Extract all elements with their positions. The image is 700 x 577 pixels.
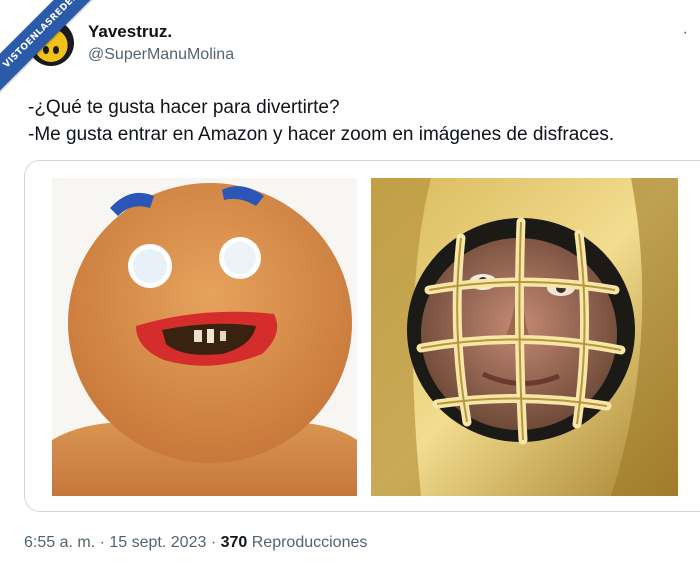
separator: · <box>210 534 217 551</box>
avatar-eye-icon <box>43 46 49 54</box>
tweet-date[interactable]: 15 sept. 2023 <box>109 534 206 551</box>
views-count: 370 <box>220 534 248 551</box>
separator: · <box>99 534 105 551</box>
tweet-text: -¿Qué te gusta hacer para divertirte? -M… <box>28 94 614 148</box>
gingerbread-costume-image <box>52 178 357 496</box>
gold-costume-image <box>371 178 678 496</box>
media-card[interactable] <box>24 160 700 512</box>
author-name[interactable]: Yavestruz. <box>88 22 172 42</box>
views-label: Reproducciones <box>251 534 368 551</box>
gold-costume-face-photo[interactable] <box>371 178 678 496</box>
author-handle[interactable]: @SuperManuMolina <box>88 46 234 64</box>
tweet-time[interactable]: 6:55 a. m. <box>24 534 95 551</box>
avatar-eye-icon <box>53 46 59 54</box>
more-options-icon[interactable]: · <box>683 24 688 42</box>
tweet-line: -¿Qué te gusta hacer para divertirte? <box>28 97 340 118</box>
tweet-line: -Me gusta entrar en Amazon y hacer zoom … <box>28 124 615 145</box>
tweet-meta: 6:55 a. m. · 15 sept. 2023 · 370 Reprodu… <box>24 534 367 552</box>
gingerbread-costume-photo[interactable] <box>52 178 357 496</box>
